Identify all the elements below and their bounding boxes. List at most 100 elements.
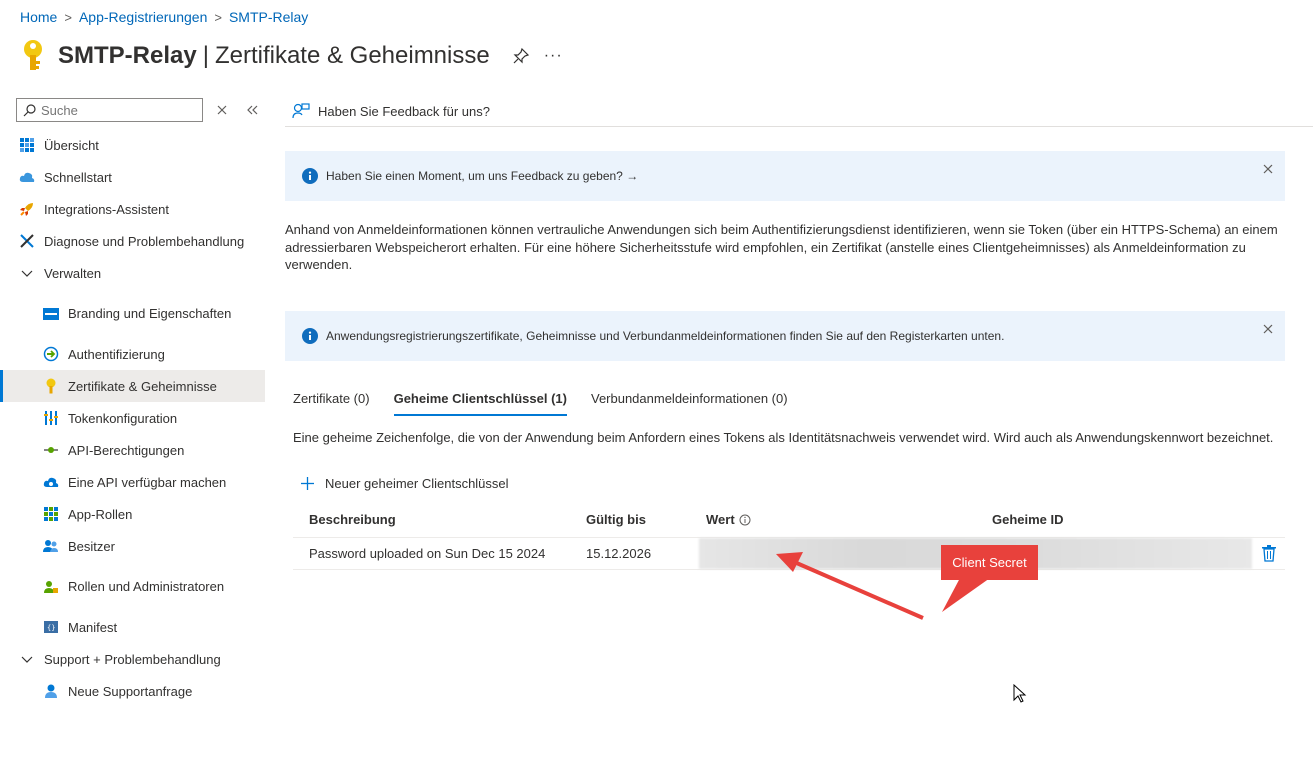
clear-search-icon[interactable]	[215, 103, 229, 117]
sidebar-item-owners[interactable]: Besitzer	[0, 530, 265, 562]
close-icon[interactable]	[1262, 163, 1274, 175]
breadcrumb-home[interactable]: Home	[20, 9, 57, 25]
plus-icon	[301, 477, 314, 490]
wrench-icon	[20, 234, 34, 248]
sidebar-item-api-permissions[interactable]: API-Berechtigungen	[0, 434, 265, 466]
sidebar-item-overview[interactable]: Übersicht	[0, 129, 265, 161]
credential-tabs: Zertifikate (0) Geheime Clientschlüssel …	[293, 388, 812, 416]
app-roles-icon	[44, 507, 58, 521]
info-banner-text: Anwendungsregistrierungszertifikate, Geh…	[326, 329, 1005, 343]
feedback-banner-text: Haben Sie einen Moment, um uns Feedback …	[326, 169, 623, 183]
info-icon	[302, 328, 318, 344]
sidebar-item-label: API-Berechtigungen	[68, 442, 185, 458]
table-header: Beschreibung Gültig bis Wert Geheime ID	[293, 503, 1285, 537]
sidebar-group-support[interactable]: Support + Problembehandlung	[0, 643, 265, 675]
sidebar-item-authentication[interactable]: Authentifizierung	[0, 338, 265, 370]
page-title-app: SMTP-Relay	[58, 42, 197, 69]
info-banner: Anwendungsregistrierungszertifikate, Geh…	[285, 311, 1285, 361]
sidebar-item-label: Manifest	[68, 619, 118, 635]
tab-description: Eine geheime Zeichenfolge, die von der A…	[293, 430, 1274, 445]
sidebar-item-branding[interactable]: Branding und Eigenschaften	[0, 289, 265, 338]
sidebar-item-token-config[interactable]: Tokenkonfiguration	[0, 402, 265, 434]
mouse-cursor-icon	[1013, 684, 1027, 703]
sidebar-item-label: Integrations-Assistent	[44, 201, 170, 217]
secret-expires: 15.12.2026	[586, 546, 652, 561]
search-box[interactable]	[16, 98, 203, 122]
sidebar-item-label: Besitzer	[68, 538, 115, 554]
sidebar-item-quickstart[interactable]: Schnellstart	[0, 161, 265, 193]
cloud-api-icon	[43, 477, 59, 487]
sidebar-item-new-support-request[interactable]: Neue Supportanfrage	[0, 675, 265, 707]
column-header-expires[interactable]: Gültig bis	[586, 512, 646, 527]
sidebar-item-diagnose[interactable]: Diagnose und Problembehandlung	[0, 225, 265, 257]
title-separator: |	[202, 42, 209, 69]
manifest-icon: {}	[44, 621, 58, 633]
breadcrumb: Home > App-Registrierungen > SMTP-Relay	[20, 8, 308, 26]
sidebar-item-label: Support + Problembehandlung	[44, 651, 221, 667]
cloud-icon	[19, 172, 35, 182]
sidebar-item-label: App-Rollen	[68, 506, 133, 522]
sidebar-search-row	[16, 98, 259, 122]
grid-icon	[20, 138, 34, 152]
sidebar-item-label: Branding und Eigenschaften	[68, 306, 232, 321]
sidebar-item-label: Neue Supportanfrage	[68, 683, 193, 699]
credentials-description: Anhand von Anmeldeinformationen können v…	[285, 222, 1278, 272]
sidebar-item-label: Zertifikate & Geheimnisse	[68, 378, 217, 394]
info-circle-icon[interactable]	[739, 514, 751, 526]
column-header-value-label: Wert	[706, 512, 735, 527]
new-client-secret-button[interactable]: Neuer geheimer Clientschlüssel	[300, 476, 509, 491]
search-input[interactable]	[41, 102, 191, 118]
breadcrumb-app-registrations[interactable]: App-Registrierungen	[79, 9, 207, 25]
sidebar-item-label: Diagnose und Problembehandlung	[44, 233, 245, 249]
sidebar-item-certificates-secrets[interactable]: Zertifikate & Geheimnisse	[0, 370, 265, 402]
chevron-down-icon	[21, 270, 33, 277]
delete-icon[interactable]	[1261, 545, 1277, 562]
sidebar-item-roles-admins[interactable]: Rollen und Administratoren	[0, 562, 265, 611]
sidebar-item-manifest[interactable]: {} Manifest	[0, 611, 265, 643]
sidebar-item-app-roles[interactable]: App-Rollen	[0, 498, 265, 530]
sidebar-item-label: Übersicht	[44, 137, 99, 153]
roles-admin-icon	[44, 580, 58, 593]
sidebar-nav: Übersicht Schnellstart Integrations-Assi…	[0, 129, 265, 707]
arrow-right-icon: →	[626, 169, 639, 183]
branding-icon	[43, 307, 59, 320]
column-header-secret-id[interactable]: Geheime ID	[992, 512, 1064, 527]
breadcrumb-current[interactable]: SMTP-Relay	[229, 9, 308, 25]
sidebar-item-expose-api[interactable]: Eine API verfügbar machen	[0, 466, 265, 498]
key-icon	[24, 40, 42, 70]
chevron-right-icon: >	[64, 9, 72, 25]
sidebar-item-integration-assistant[interactable]: Integrations-Assistent	[0, 193, 265, 225]
page-title-section: Zertifikate & Geheimnisse	[214, 42, 490, 69]
search-icon	[23, 103, 36, 116]
api-perm-icon	[44, 447, 58, 453]
tab-federated-credentials[interactable]: Verbundanmeldeinformationen (0)	[591, 388, 788, 416]
sidebar-item-label: Verwalten	[44, 265, 102, 281]
tab-client-secrets[interactable]: Geheime Clientschlüssel (1)	[393, 388, 568, 416]
feedback-banner-link[interactable]: Haben Sie einen Moment, um uns Feedback …	[326, 169, 638, 183]
chevron-down-icon	[21, 656, 33, 663]
column-header-value[interactable]: Wert	[706, 512, 751, 527]
more-options-icon[interactable]: ···	[544, 48, 563, 64]
token-icon	[44, 411, 58, 425]
sidebar-item-label: Tokenkonfiguration	[68, 410, 178, 426]
client-secrets-table: Beschreibung Gültig bis Wert Geheime ID …	[293, 503, 1285, 570]
annotation-callout: Client Secret	[941, 545, 1038, 580]
new-client-secret-label: Neuer geheimer Clientschlüssel	[325, 476, 509, 491]
tab-certificates[interactable]: Zertifikate (0)	[293, 388, 370, 416]
collapse-sidebar-icon[interactable]	[245, 103, 259, 117]
sidebar-item-label: Schnellstart	[44, 169, 112, 185]
sidebar-group-manage[interactable]: Verwalten	[0, 257, 265, 289]
feedback-button[interactable]: Haben Sie Feedback für uns?	[318, 104, 490, 119]
info-icon	[302, 168, 318, 184]
page-header: SMTP-Relay | Zertifikate & Geheimnisse ·…	[20, 36, 563, 76]
pin-icon[interactable]	[512, 47, 530, 65]
sidebar-item-label: Rollen und Administratoren	[68, 579, 225, 594]
table-row: Password uploaded on Sun Dec 15 2024 15.…	[293, 537, 1285, 570]
column-header-description[interactable]: Beschreibung	[309, 512, 396, 527]
close-icon[interactable]	[1262, 323, 1274, 335]
feedback-icon	[292, 103, 310, 119]
sidebar-item-label: Authentifizierung	[68, 346, 165, 362]
owners-icon	[43, 540, 58, 552]
feedback-banner: Haben Sie einen Moment, um uns Feedback …	[285, 151, 1285, 201]
command-bar: Haben Sie Feedback für uns?	[285, 96, 1313, 127]
